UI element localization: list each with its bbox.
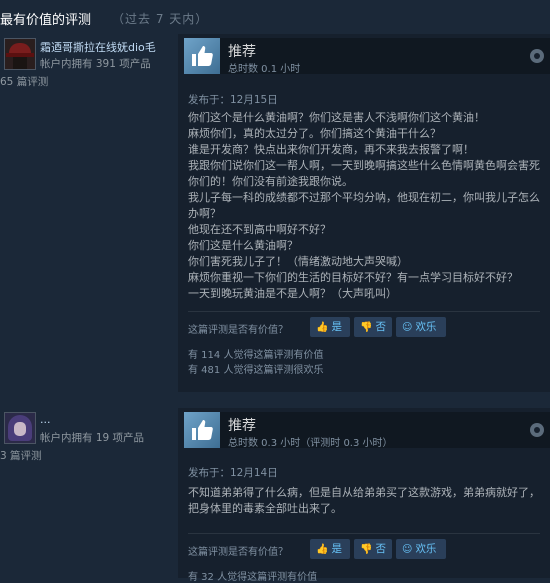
review-count[interactable]: 3 篇评测 bbox=[0, 448, 42, 463]
vote-yes-label: 是 bbox=[331, 543, 342, 555]
vote-no-button[interactable]: 👎 否 bbox=[354, 539, 392, 559]
vote-yes-button[interactable]: 👍 是 bbox=[310, 317, 350, 337]
section-subtitle: （过去 7 天内） bbox=[112, 12, 209, 26]
avatar[interactable] bbox=[4, 38, 36, 70]
helpful-question: 这篇评测是否有价值？ bbox=[188, 547, 288, 558]
vote-yes-button[interactable]: 👍 是 bbox=[310, 539, 350, 559]
vote-no-button[interactable]: 👎 否 bbox=[354, 317, 392, 337]
vote-no-label: 否 bbox=[375, 321, 386, 333]
review-line: 你们这个是什么黄油啊？你们这是害人不浅啊你们这个黄油！ bbox=[188, 111, 485, 124]
review-card: ... 帐户内拥有 19 项产品 3 篇评测 推荐 总时数 0.3 小时（评测时… bbox=[0, 408, 550, 583]
review-line: 他现在还不到高中啊好不好？ bbox=[188, 223, 331, 236]
helpful-row: 这篇评测是否有价值？ 👍 是 👎 否 ☺ 欢乐 bbox=[188, 317, 548, 339]
recommendation-header[interactable]: 推荐 总时数 0.3 小时（评测时 0.3 小时） bbox=[184, 412, 550, 449]
smile-icon: ☺ bbox=[402, 544, 413, 555]
review-line: 一天到晚玩黄油是不是人啊？（大声吼叫） bbox=[188, 287, 397, 300]
recommendation-header[interactable]: 推荐 总时数 0.1 小时 bbox=[184, 38, 550, 75]
review-content: 推荐 总时数 0.1 小时 发布于：12月15日 你们这个是什么黄油啊？你们这是… bbox=[178, 34, 550, 392]
vote-funny-label: 欢乐 bbox=[415, 321, 437, 333]
playtime: 总时数 0.1 小时 bbox=[228, 64, 301, 75]
posted-date: 发布于：12月14日 bbox=[188, 467, 278, 479]
review-count[interactable]: 65 篇评测 bbox=[0, 74, 48, 89]
review-body: 你们这个是什么黄油啊？你们这是害人不浅啊你们这个黄油！ 麻烦你们，真的太过分了。… bbox=[188, 110, 544, 302]
thumbs-down-icon: 👎 bbox=[360, 544, 373, 555]
section-header: 最有价值的评测 （过去 7 天内） bbox=[0, 0, 550, 34]
thumbs-down-icon: 👎 bbox=[360, 322, 373, 333]
review-content: 推荐 总时数 0.3 小时（评测时 0.3 小时） 发布于：12月14日 不知道… bbox=[178, 408, 550, 583]
review-line: 我跟你们说你们这一帮人啊，一天到晚啊搞这些什么色情啊黄色啊会害死你们的！你们没有… bbox=[188, 159, 540, 188]
review-card: 霜迺哥撕拉在线妩dio毛 帐户内拥有 391 项产品 65 篇评测 推荐 总时数… bbox=[0, 34, 550, 392]
review-line: 麻烦你们，真的太过分了。你们搞这个黄油干什么？ bbox=[188, 127, 441, 140]
review-line: 你们害死我儿子了！（情绪激动地大声哭喊） bbox=[188, 255, 408, 268]
vote-funny-label: 欢乐 bbox=[415, 543, 437, 555]
funny-count: 有 481 人觉得这篇评测很欢乐 bbox=[188, 365, 324, 376]
review-line: 你们这是什么黄油啊？ bbox=[188, 239, 298, 252]
posted-date: 发布于：12月15日 bbox=[188, 94, 278, 106]
helpful-question: 这篇评测是否有价值？ bbox=[188, 325, 288, 336]
vote-yes-label: 是 bbox=[331, 321, 342, 333]
review-body: 不知道弟弟得了什么病，但是自从给弟弟买了这款游戏，弟弟病就好了，把身体里的毒素全… bbox=[188, 485, 544, 517]
steam-icon bbox=[530, 423, 544, 437]
thumbs-up-icon: 👍 bbox=[316, 544, 329, 555]
thumbs-up-icon bbox=[184, 412, 220, 448]
divider bbox=[188, 533, 540, 534]
helpful-count: 有 32 人觉得这篇评测有价值 bbox=[188, 572, 318, 583]
smile-icon: ☺ bbox=[402, 322, 413, 333]
reviewer-name[interactable]: 霜迺哥撕拉在线妩dio毛 bbox=[40, 39, 156, 55]
steam-icon bbox=[530, 49, 544, 63]
helpful-count: 有 114 人觉得这篇评测有价值 bbox=[188, 350, 324, 361]
playtime: 总时数 0.3 小时（评测时 0.3 小时） bbox=[228, 438, 393, 449]
vote-no-label: 否 bbox=[375, 543, 386, 555]
vote-funny-button[interactable]: ☺ 欢乐 bbox=[396, 539, 446, 559]
vote-funny-button[interactable]: ☺ 欢乐 bbox=[396, 317, 446, 337]
avatar[interactable] bbox=[4, 412, 36, 444]
review-line: 不知道弟弟得了什么病，但是自从给弟弟买了这款游戏，弟弟病就好了，把身体里的毒素全… bbox=[188, 486, 540, 515]
thumbs-up-icon bbox=[184, 38, 220, 74]
helpful-row: 这篇评测是否有价值？ 👍 是 👎 否 ☺ 欢乐 bbox=[188, 539, 548, 561]
review-line: 谁是开发商？快点出来你们开发商，再不来我去报警了啊！ bbox=[188, 143, 474, 156]
thumbs-up-icon: 👍 bbox=[316, 322, 329, 333]
divider bbox=[188, 311, 540, 312]
review-line: 我儿子每一科的成绩都不过那个平均分呐，他现在初二，你叫我儿子怎么办啊？ bbox=[188, 191, 540, 220]
review-line: 麻烦你重视一下你们的生活的目标好不好？有一点学习目标好不好？ bbox=[188, 271, 518, 284]
section-title: 最有价值的评测 bbox=[0, 13, 92, 28]
owned-products[interactable]: 帐户内拥有 19 项产品 bbox=[40, 430, 144, 445]
recommendation-label: 推荐 bbox=[228, 44, 256, 60]
recommendation-label: 推荐 bbox=[228, 418, 256, 434]
owned-products[interactable]: 帐户内拥有 391 项产品 bbox=[40, 56, 151, 71]
reviewer-name[interactable]: ... bbox=[40, 413, 51, 426]
